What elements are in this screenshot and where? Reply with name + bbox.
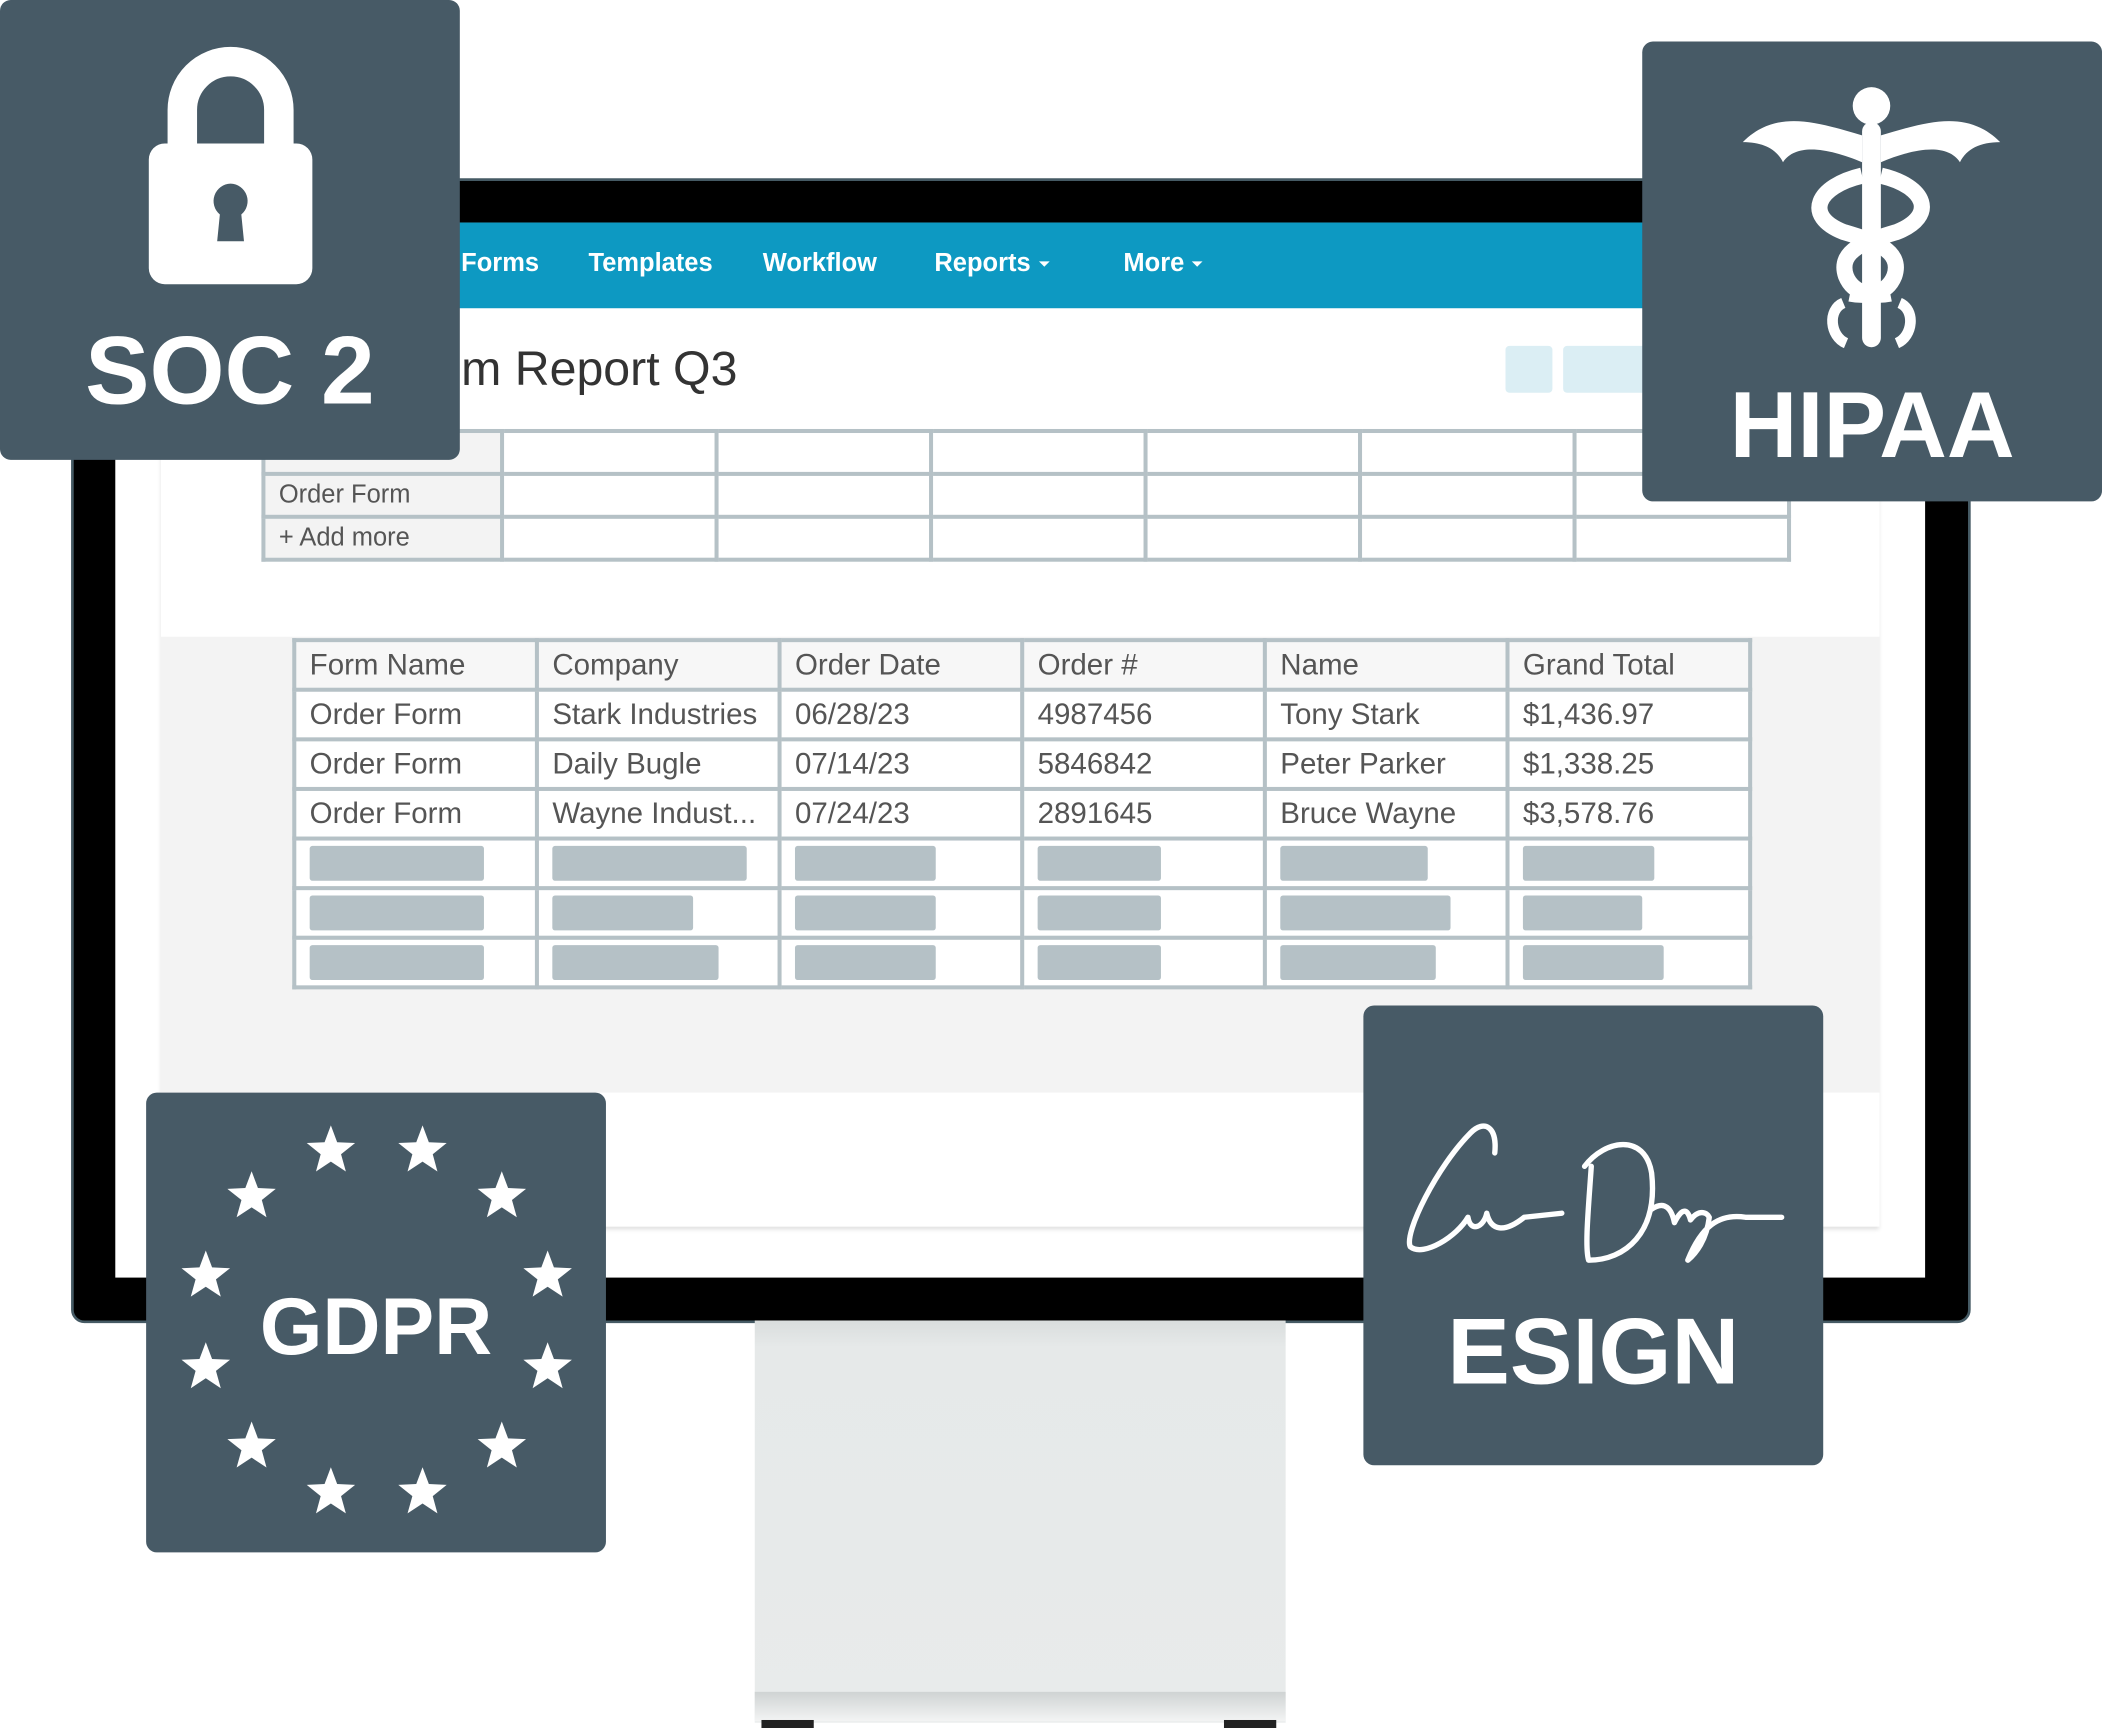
monitor-stand-base	[754, 1691, 1286, 1722]
placeholder-bar	[1522, 945, 1664, 980]
column-header[interactable]: Company	[534, 638, 782, 692]
nav-reports[interactable]: Reports	[934, 249, 1050, 278]
table-cell: Stark Industries	[534, 687, 782, 742]
nav-templates[interactable]: Templates	[589, 249, 713, 278]
report-table: Form Name Company Order Date Order # Name Gra…	[292, 638, 1753, 990]
gdpr-label: GDPR	[259, 1281, 493, 1372]
placeholder-bar	[1037, 845, 1161, 881]
table-cell: $1,436.97	[1505, 687, 1753, 742]
placeholder-bar	[794, 845, 936, 881]
placeholder-bar	[552, 945, 719, 980]
caret-down-icon	[1038, 261, 1050, 267]
hipaa-badge: HIPAA	[1642, 41, 2102, 502]
table-cell: Order Form	[292, 687, 539, 742]
table-cell: Daily Bugle	[534, 737, 782, 791]
placeholder-bar	[1522, 895, 1643, 931]
placeholder-bar	[1037, 895, 1161, 931]
table-cell: 07/24/23	[777, 786, 1025, 841]
esign-badge: ESIGN	[1363, 1005, 1824, 1466]
nav-more-label: More	[1123, 249, 1185, 278]
column-header[interactable]: Name	[1262, 638, 1510, 692]
nav-reports-label: Reports	[934, 249, 1031, 278]
hipaa-label: HIPAA	[1729, 372, 2015, 478]
table-cell: 5846842	[1020, 737, 1267, 791]
table-cell: Tony Stark	[1262, 687, 1510, 742]
column-header[interactable]: Order #	[1020, 638, 1267, 692]
table-cell: $1,338.25	[1505, 737, 1753, 791]
table-cell: 4987456	[1020, 687, 1267, 742]
star-icon	[477, 1421, 527, 1468]
table-row[interactable]: Order Form Daily Bugle 07/14/23 5846842 Pete…	[292, 737, 1753, 791]
toolbar-button[interactable]	[1505, 345, 1553, 393]
nav-forms[interactable]: Forms	[461, 249, 539, 278]
placeholder-bar	[1280, 895, 1451, 931]
table-row[interactable]: Order Form Stark Industries 06/28/23 498745…	[292, 687, 1753, 742]
table-header-row: Form Name Company Order Date Order # Name Gra…	[292, 638, 1753, 692]
table-cell: Peter Parker	[1262, 737, 1510, 791]
table-cell: Order Form	[292, 786, 539, 841]
compliance-illustration: Forms Templates Workflow Reports More m …	[0, 0, 2102, 1728]
placeholder-bar	[794, 895, 936, 931]
star-icon	[398, 1125, 447, 1172]
table-cell: Order Form	[292, 737, 539, 791]
placeholder-row	[292, 886, 1753, 940]
table-cell: Wayne Indust...	[534, 786, 782, 841]
table-row: Templates	[261, 428, 1792, 476]
placeholder-bar	[552, 845, 747, 881]
table-cell: 07/14/23	[777, 737, 1025, 791]
caduceus-icon	[1742, 87, 2001, 349]
placeholder-bar	[1280, 945, 1436, 980]
placeholder-row	[292, 836, 1753, 891]
monitor-foot	[1223, 1719, 1277, 1728]
placeholder-bar	[552, 895, 694, 931]
star-icon	[477, 1171, 527, 1218]
template-row-label[interactable]: Order Form	[261, 471, 505, 519]
star-icon	[398, 1467, 447, 1514]
table-cell: 06/28/23	[777, 687, 1025, 742]
monitor-stand	[754, 1320, 1286, 1723]
star-icon	[227, 1421, 276, 1468]
caret-down-icon	[1192, 261, 1204, 267]
placeholder-bar	[309, 845, 484, 881]
table-row[interactable]: Order Form Wayne Indust... 07/24/23 2891645…	[292, 786, 1753, 841]
soc2-badge: SOC 2	[0, 0, 460, 460]
table-row: + Add more	[261, 514, 1792, 562]
star-icon	[306, 1467, 356, 1514]
gdpr-badge: GDPR	[146, 1092, 606, 1553]
placeholder-bar	[309, 945, 484, 980]
page-title: m Report Q3	[461, 340, 738, 396]
column-header[interactable]: Form Name	[292, 638, 539, 692]
column-header[interactable]: Order Date	[777, 638, 1025, 692]
table-row: Order Form	[261, 471, 1792, 519]
placeholder-bar	[794, 945, 936, 980]
table-cell: $3,578.76	[1505, 786, 1753, 841]
esign-label: ESIGN	[1447, 1299, 1740, 1404]
lock-icon	[148, 47, 313, 285]
star-icon	[306, 1125, 356, 1172]
placeholder-bar	[309, 895, 484, 931]
table-cell: Bruce Wayne	[1262, 786, 1510, 841]
column-header[interactable]: Grand Total	[1505, 638, 1753, 692]
add-more-link[interactable]: + Add more	[261, 514, 505, 562]
placeholder-row	[292, 935, 1753, 990]
star-icon	[227, 1171, 276, 1218]
template-table: Templates Order Form + Add more	[261, 428, 1792, 562]
placeholder-bar	[1522, 845, 1655, 881]
soc2-label: SOC 2	[85, 317, 375, 425]
signature-icon	[1406, 1123, 1785, 1263]
nav-more[interactable]: More	[1123, 249, 1204, 278]
placeholder-bar	[1280, 845, 1428, 881]
nav-workflow[interactable]: Workflow	[763, 249, 877, 278]
placeholder-bar	[1037, 945, 1161, 980]
monitor-foot	[761, 1719, 814, 1728]
table-cell: 2891645	[1020, 786, 1267, 841]
